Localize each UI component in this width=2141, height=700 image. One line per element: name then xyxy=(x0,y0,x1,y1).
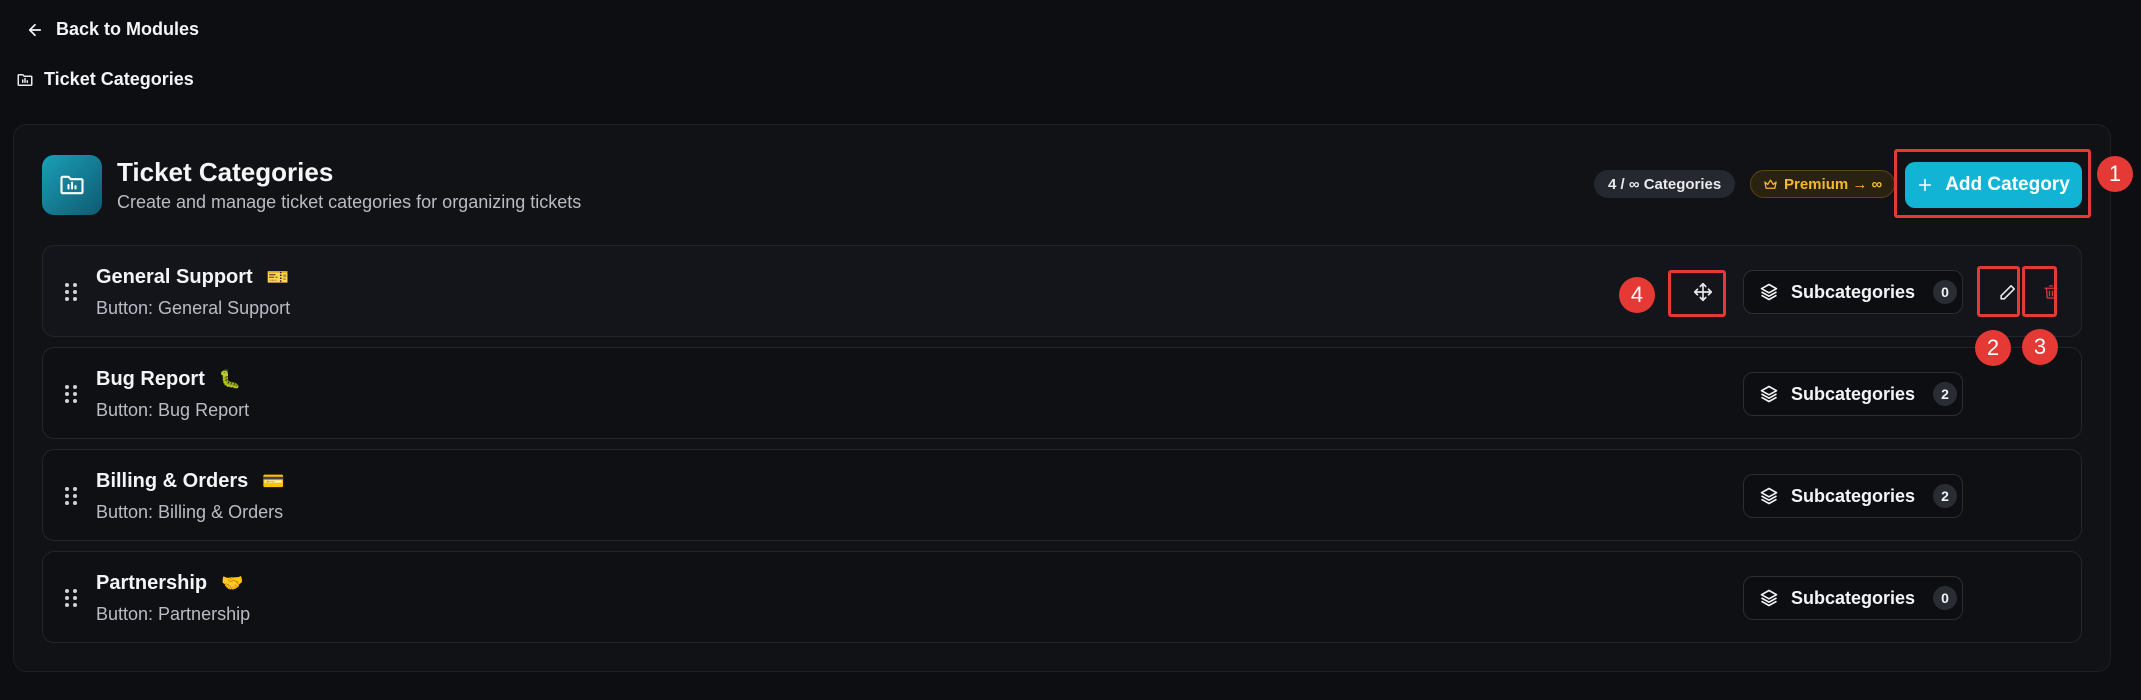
category-name-text: Billing & Orders xyxy=(96,470,249,492)
page-subtitle: Create and manage ticket categories for … xyxy=(117,192,582,212)
category-row: General Support 🎫 Button: General Suppor… xyxy=(42,245,2082,337)
category-name-text: Bug Report xyxy=(96,368,205,390)
category-name: Billing & Orders 💳 xyxy=(96,470,285,493)
category-button-text: Button: General Support xyxy=(96,298,291,318)
drag-handle-icon[interactable] xyxy=(61,280,81,304)
add-category-button[interactable]: Add Category xyxy=(1905,162,2082,208)
page-breadcrumb: Ticket Categories xyxy=(16,69,194,90)
layers-icon xyxy=(1760,589,1778,607)
plus-icon xyxy=(1919,178,1932,192)
annotation-marker-4: 4 xyxy=(1619,277,1655,313)
edit-category-button[interactable] xyxy=(1987,272,2027,312)
folder-chart-icon xyxy=(17,73,33,86)
annotation-marker-3: 3 xyxy=(2022,329,2058,365)
category-button-text: Button: Partnership xyxy=(96,604,251,624)
move-arrows-icon xyxy=(1693,282,1713,302)
premium-badge-label: Premium → ∞ xyxy=(1784,175,1883,193)
category-count-badge: 4 / ∞ Categories xyxy=(1594,170,1736,198)
subcategories-label: Subcategories xyxy=(1791,383,1916,404)
category-name: General Support 🎫 xyxy=(96,266,289,289)
category-button-text: Button: Bug Report xyxy=(96,400,250,420)
subcategory-count-badge: 2 xyxy=(1933,382,1958,406)
subcategories-button[interactable]: Subcategories 0 xyxy=(1743,576,1963,620)
layers-icon xyxy=(1760,385,1778,403)
subcategory-count-badge: 0 xyxy=(1933,280,1958,304)
subcategories-button[interactable]: Subcategories 2 xyxy=(1743,372,1963,416)
trash-icon xyxy=(2044,285,2058,299)
layers-icon xyxy=(1760,283,1778,301)
category-name-text: General Support xyxy=(96,266,253,288)
annotation-marker-1: 1 xyxy=(2097,156,2133,192)
category-name-text: Partnership xyxy=(96,572,208,594)
add-category-label: Add Category xyxy=(1945,174,2070,195)
bug-emoji-icon: 🐛 xyxy=(218,369,242,389)
subcategory-count-badge: 2 xyxy=(1933,484,1958,508)
arrow-left-icon xyxy=(28,23,42,36)
categories-panel: Ticket Categories Create and manage tick… xyxy=(13,124,2111,672)
subcategories-label: Subcategories xyxy=(1791,281,1916,302)
back-to-modules-link[interactable]: Back to Modules xyxy=(26,19,199,40)
drag-handle-icon[interactable] xyxy=(61,382,81,406)
handshake-emoji-icon: 🤝 xyxy=(221,573,244,593)
subcategories-button[interactable]: Subcategories 0 xyxy=(1743,270,1963,314)
ticket-emoji-icon: 🎫 xyxy=(266,267,290,287)
subcategories-label: Subcategories xyxy=(1791,587,1916,608)
move-category-button[interactable] xyxy=(1683,272,1723,312)
delete-category-button[interactable] xyxy=(2031,272,2071,312)
page-title: Ticket Categories xyxy=(117,157,334,187)
category-button-text: Button: Billing & Orders xyxy=(96,502,284,522)
premium-badge[interactable]: Premium → ∞ xyxy=(1750,170,1896,198)
credit-card-emoji-icon: 💳 xyxy=(262,471,285,491)
back-link-label: Back to Modules xyxy=(56,19,200,39)
subcategories-button[interactable]: Subcategories 2 xyxy=(1743,474,1963,518)
folder-chart-icon xyxy=(60,175,84,195)
layers-icon xyxy=(1760,487,1778,505)
pencil-icon xyxy=(1999,284,2015,300)
drag-handle-icon[interactable] xyxy=(61,586,81,610)
category-name: Bug Report 🐛 xyxy=(96,368,241,391)
category-row: Partnership 🤝 Button: Partnership Subcat… xyxy=(42,551,2082,643)
categories-header-icon xyxy=(42,155,102,215)
drag-handle-icon[interactable] xyxy=(61,484,81,508)
crown-icon xyxy=(1764,179,1777,189)
subcategory-count-badge: 0 xyxy=(1933,586,1958,610)
category-row: Bug Report 🐛 Button: Bug Report Subcateg… xyxy=(42,347,2082,439)
page-breadcrumb-label: Ticket Categories xyxy=(44,69,194,89)
category-name: Partnership 🤝 xyxy=(96,572,244,595)
category-row: Billing & Orders 💳 Button: Billing & Ord… xyxy=(42,449,2082,541)
annotation-marker-2: 2 xyxy=(1975,330,2011,366)
subcategories-label: Subcategories xyxy=(1791,485,1916,506)
